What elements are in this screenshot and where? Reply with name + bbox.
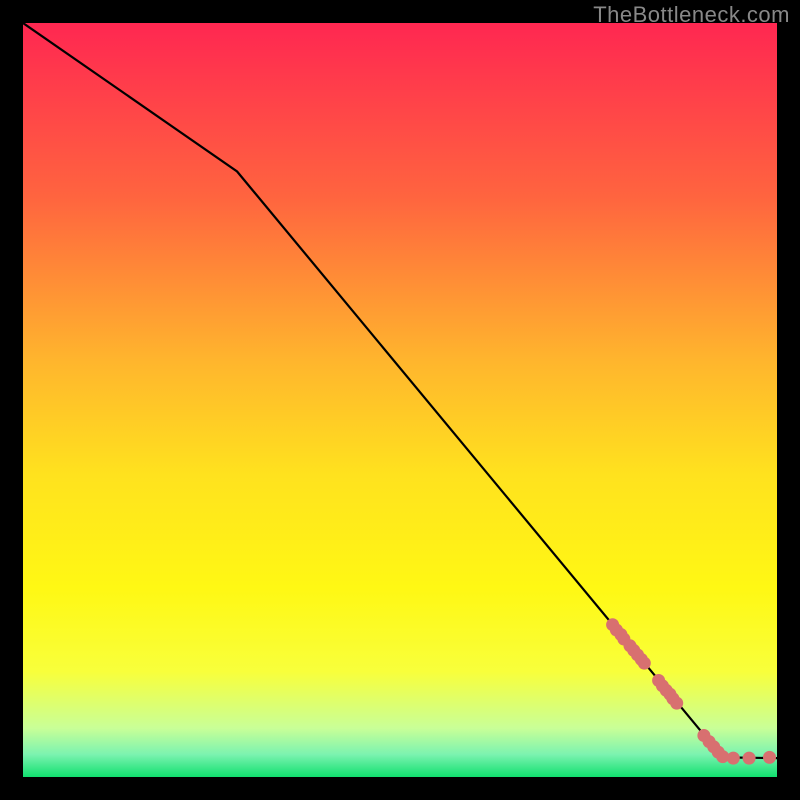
plot-area [23,23,777,777]
watermark-text: TheBottleneck.com [593,2,790,28]
data-point [727,752,740,765]
gradient-background [23,23,777,777]
chart-svg [23,23,777,777]
data-point [638,657,651,670]
data-point [670,697,683,710]
data-point [763,751,776,764]
data-point [743,752,756,765]
chart-frame: TheBottleneck.com [0,0,800,800]
